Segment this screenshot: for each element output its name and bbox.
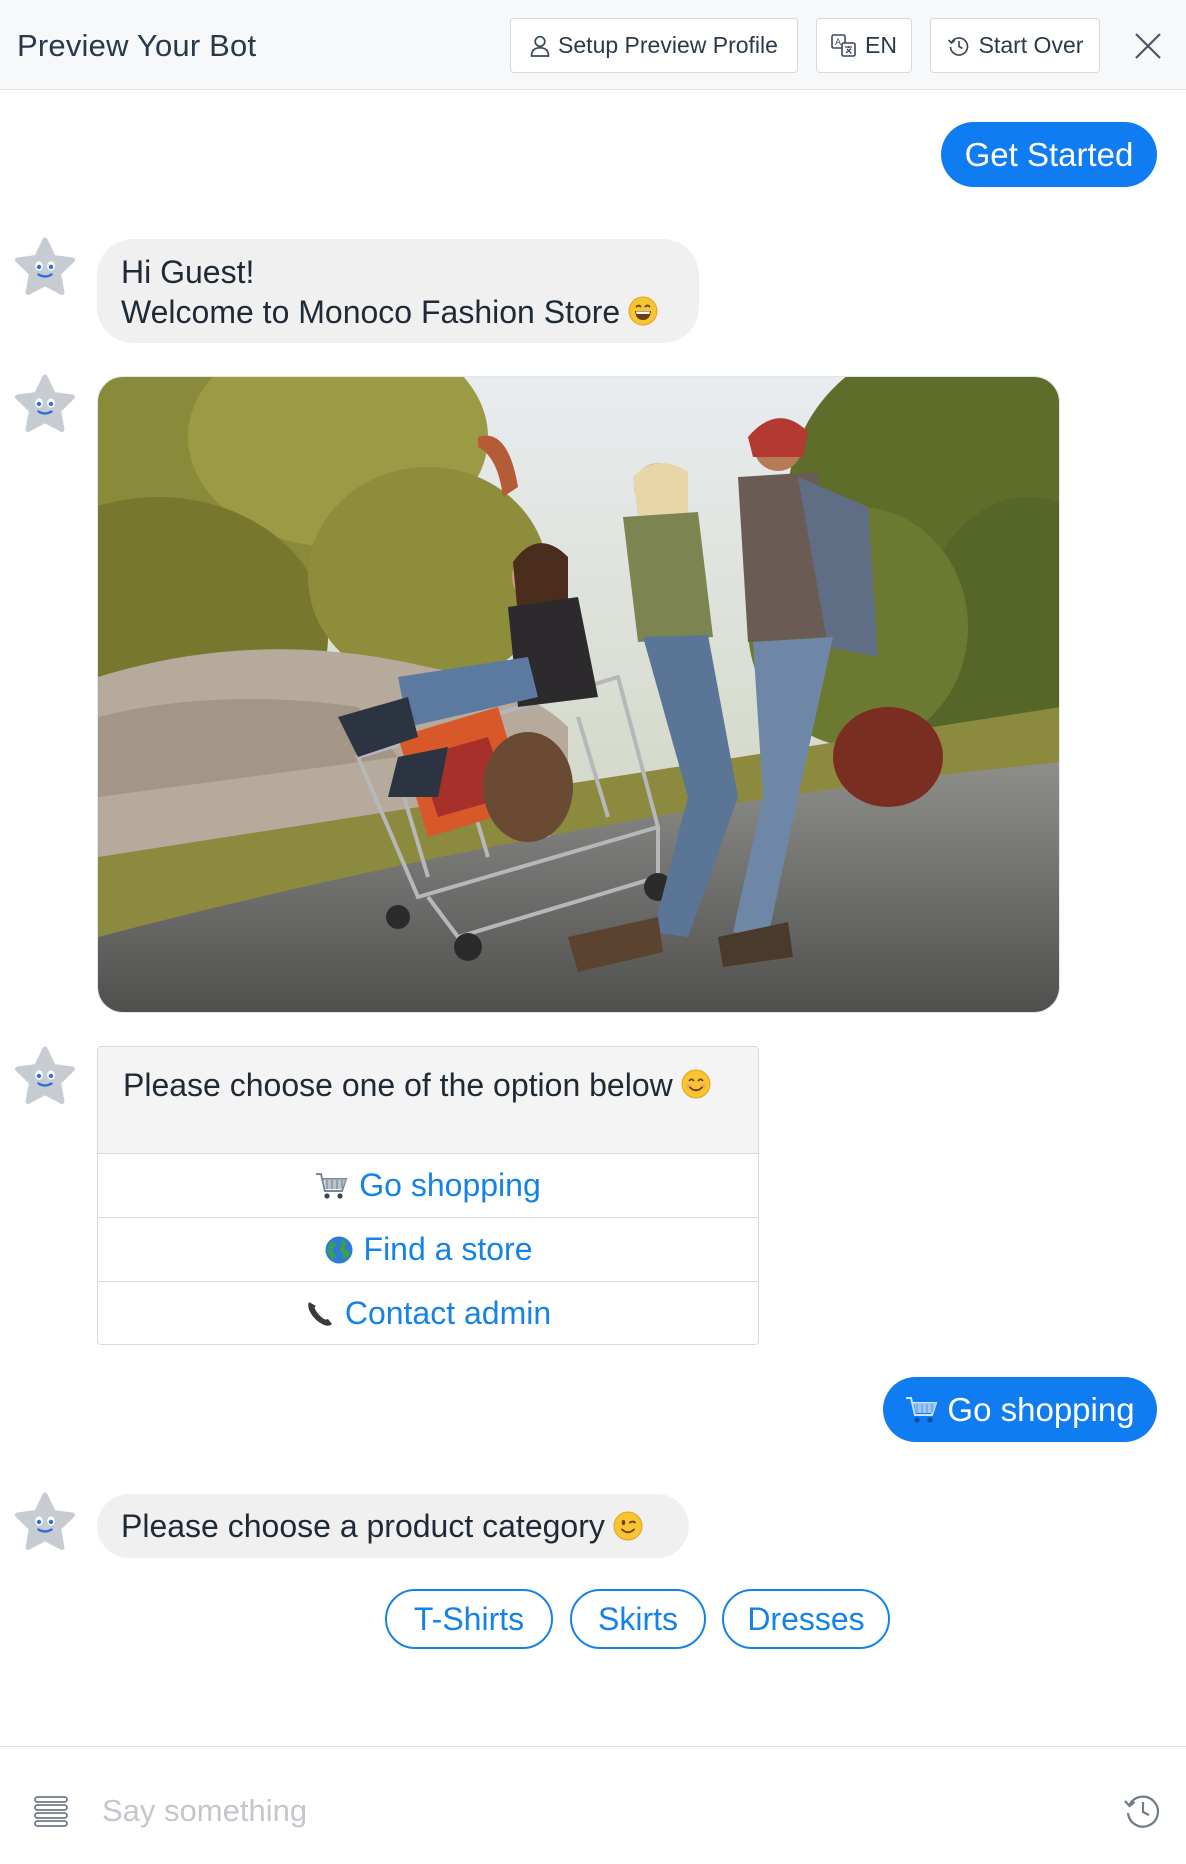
close-button[interactable] <box>1128 26 1168 66</box>
telephone-icon <box>308 1301 332 1326</box>
options-prompt-text: Please choose one of the option below <box>123 1067 673 1103</box>
bot-avatar <box>15 1046 75 1104</box>
quick-reply-dresses[interactable]: Dresses <box>722 1589 890 1649</box>
smiling-emoji-icon <box>681 1069 711 1099</box>
quick-reply-skirts[interactable]: Skirts <box>570 1589 706 1649</box>
category-prompt-text: Please choose a product category <box>121 1507 605 1544</box>
close-icon <box>1135 33 1161 59</box>
start-over-button[interactable]: Start Over <box>930 18 1100 73</box>
user-icon <box>530 35 550 57</box>
options-prompt: Please choose one of the option below <box>98 1047 758 1153</box>
quick-reply-t-shirts[interactable]: T-Shirts <box>385 1589 553 1649</box>
menu-icon[interactable] <box>34 1795 68 1827</box>
message-input[interactable] <box>102 1783 1062 1839</box>
option-find-a-store-label: Find a store <box>363 1231 533 1267</box>
translate-icon: A <box>831 33 856 57</box>
user-message-go-shopping: Go shopping <box>883 1377 1157 1442</box>
shopping-cart-icon <box>906 1396 938 1423</box>
restart-history-icon <box>947 36 968 56</box>
setup-preview-profile-label: Setup Preview Profile <box>558 32 778 58</box>
bot-avatar <box>15 237 75 295</box>
welcome-store-text: Welcome to Monoco Fashion Store <box>121 294 621 330</box>
option-go-shopping-label: Go shopping <box>359 1167 541 1203</box>
option-go-shopping[interactable]: Go shopping <box>98 1153 758 1217</box>
history-icon[interactable] <box>1122 1791 1162 1831</box>
option-contact-admin[interactable]: Contact admin <box>98 1281 758 1344</box>
bot-avatar <box>15 374 75 432</box>
svg-text:A: A <box>835 38 842 48</box>
user-message-get-started: Get Started <box>941 122 1157 187</box>
start-over-label: Start Over <box>978 32 1084 58</box>
composer-bar <box>0 1746 1186 1864</box>
user-message-go-shopping-text: Go shopping <box>947 1390 1135 1428</box>
page-title: Preview Your Bot <box>17 28 257 63</box>
globe-icon <box>325 1236 353 1263</box>
welcome-store-line: Welcome to Monoco Fashion Store <box>121 292 699 332</box>
language-label: EN <box>865 32 897 58</box>
bot-message-image <box>97 376 1060 1013</box>
bot-avatar <box>15 1492 75 1550</box>
language-button[interactable]: A EN <box>816 18 912 73</box>
bot-message-options: Please choose one of the option below Go… <box>97 1046 759 1345</box>
preview-header: Preview Your Bot Setup Preview Profile A… <box>0 0 1186 90</box>
bot-message-welcome: Hi Guest! Welcome to Monoco Fashion Stor… <box>97 239 699 343</box>
grinning-emoji-icon <box>628 296 658 326</box>
winking-emoji-icon <box>613 1511 643 1541</box>
welcome-greeting: Hi Guest! <box>121 254 255 290</box>
option-contact-admin-label: Contact admin <box>344 1295 552 1331</box>
fashion-photo <box>98 377 1059 1012</box>
bot-message-category: Please choose a product category <box>97 1494 689 1558</box>
shopping-cart-icon <box>316 1172 348 1199</box>
option-find-a-store[interactable]: Find a store <box>98 1217 758 1281</box>
setup-preview-profile-button[interactable]: Setup Preview Profile <box>510 18 798 73</box>
